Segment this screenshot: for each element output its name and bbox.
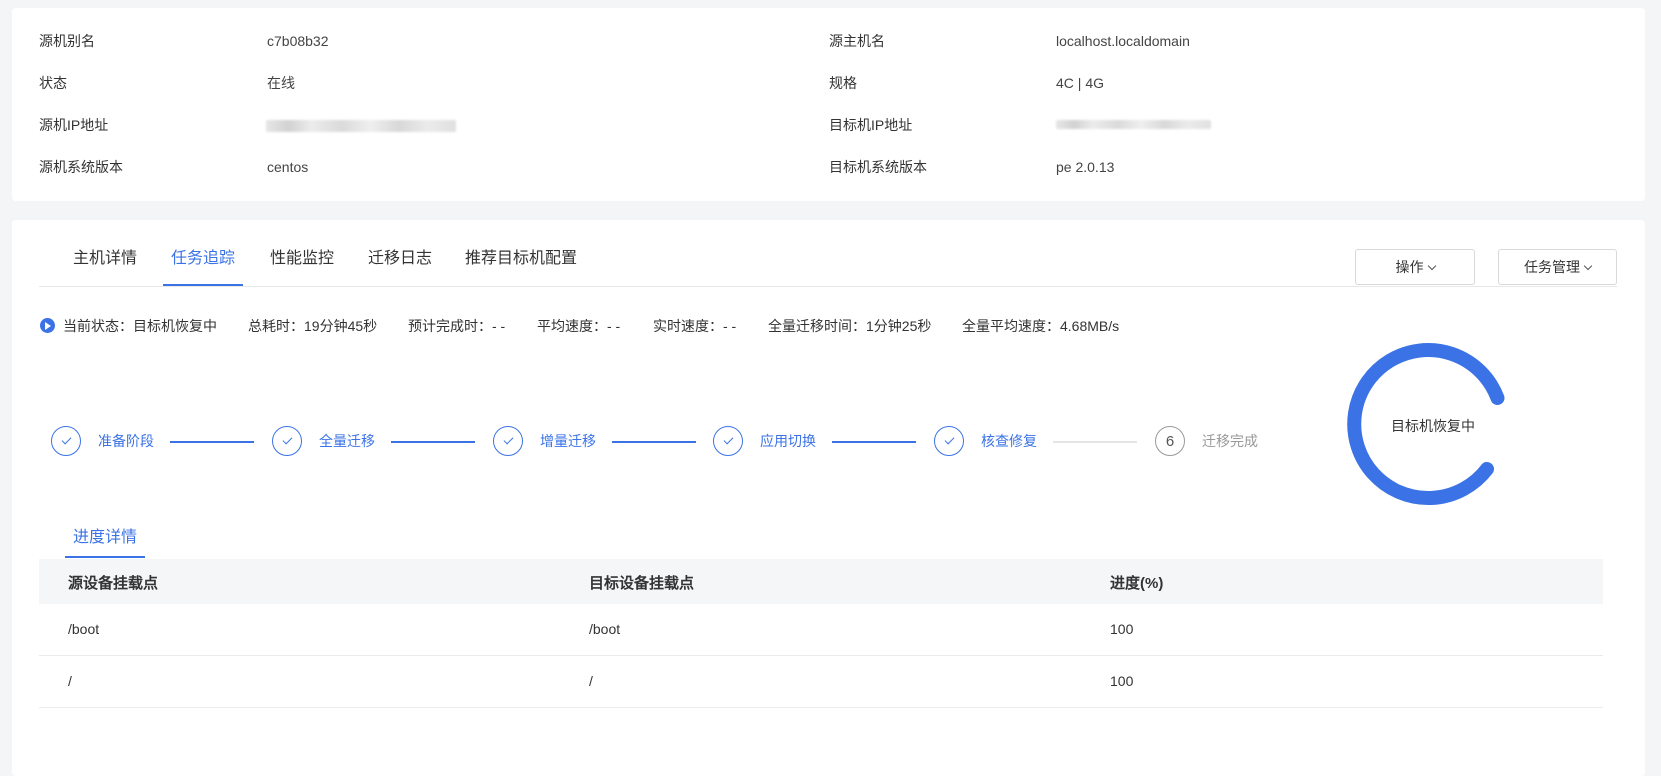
- task-manage-button-label: 任务管理: [1524, 259, 1580, 275]
- source-hostname-label: 源主机名: [829, 33, 885, 49]
- check-icon: [282, 434, 292, 445]
- target-ip-value-redacted: [1056, 120, 1211, 129]
- tab-performance-monitoring[interactable]: 性能监控: [270, 248, 334, 270]
- cell-source-mount: /boot: [68, 621, 100, 637]
- table-header: 源设备挂载点 目标设备挂载点 进度(%): [39, 559, 1603, 604]
- cell-progress: 100: [1110, 621, 1134, 637]
- full-migration-time-text: 全量迁移时间：1分钟25秒: [768, 318, 932, 334]
- chevron-down-icon: [1427, 261, 1436, 270]
- step-6-number: 6: [1165, 432, 1175, 450]
- eta-text: 预计完成时：- -: [408, 318, 506, 334]
- check-icon: [723, 434, 733, 445]
- total-time-text: 总耗时：19分钟45秒: [248, 318, 378, 334]
- step-1-label: 准备阶段: [98, 433, 154, 449]
- column-header-progress: 进度(%): [1110, 575, 1164, 592]
- play-circle-icon: [40, 318, 55, 333]
- chevron-down-icon: [1583, 261, 1593, 270]
- check-icon: [61, 434, 71, 445]
- step-4-done: [713, 426, 743, 456]
- full-avg-speed-text: 全量平均速度：4.68MB/s: [962, 318, 1120, 334]
- step-connector: [391, 441, 475, 443]
- cell-target-mount: /boot: [589, 621, 621, 637]
- source-ip-value-redacted: [266, 120, 456, 132]
- source-os-label: 源机系统版本: [39, 159, 123, 175]
- tab-recommended-target-config[interactable]: 推荐目标机配置: [465, 248, 577, 270]
- status-value: 在线: [267, 75, 295, 91]
- tab-task-tracking[interactable]: 任务追踪: [171, 248, 235, 270]
- status-label: 状态: [39, 75, 67, 91]
- progress-ring-label: 目标机恢复中: [1391, 418, 1475, 434]
- table-row: /boot /boot 100: [39, 604, 1603, 656]
- check-icon: [944, 434, 954, 445]
- active-subtab-indicator: [65, 556, 145, 558]
- step-2-done: [272, 426, 302, 456]
- spec-value: 4C | 4G: [1056, 75, 1104, 91]
- operate-dropdown-button[interactable]: 操作: [1355, 249, 1475, 285]
- tabs-divider: [39, 286, 1617, 287]
- step-4-label: 应用切换: [760, 433, 816, 449]
- table-row: / / 100: [39, 656, 1603, 708]
- target-ip-label: 目标机IP地址: [829, 117, 913, 133]
- source-ip-label: 源机IP地址: [39, 117, 109, 133]
- column-header-source-mount: 源设备挂载点: [68, 575, 159, 592]
- operate-button-label: 操作: [1395, 259, 1424, 275]
- source-alias-value: c7b08b32: [267, 33, 329, 49]
- step-3-done: [493, 426, 523, 456]
- step-connector-pending: [1053, 441, 1137, 443]
- cell-progress: 100: [1110, 673, 1134, 689]
- step-1-done: [51, 426, 81, 456]
- source-hostname-value: localhost.localdomain: [1056, 33, 1190, 49]
- tab-migration-log[interactable]: 迁移日志: [368, 248, 432, 270]
- task-manage-dropdown-button[interactable]: 任务管理: [1498, 249, 1617, 285]
- step-3-label: 增量迁移: [540, 433, 596, 449]
- source-alias-label: 源机别名: [39, 33, 95, 49]
- tab-progress-detail[interactable]: 进度详情: [73, 523, 137, 547]
- cell-target-mount: /: [589, 673, 593, 689]
- target-os-value: pe 2.0.13: [1056, 159, 1115, 175]
- step-6-pending: 6: [1155, 426, 1185, 456]
- realtime-speed-text: 实时速度：- -: [653, 318, 737, 334]
- step-5-label: 核查修复: [981, 433, 1037, 449]
- step-6-label: 迁移完成: [1202, 433, 1258, 449]
- avg-speed-text: 平均速度：- -: [537, 318, 621, 334]
- step-2-label: 全量迁移: [319, 433, 375, 449]
- step-5-done: [934, 426, 964, 456]
- check-icon: [503, 434, 513, 445]
- tab-host-details[interactable]: 主机详情: [73, 248, 137, 270]
- step-connector: [832, 441, 916, 443]
- host-info-card: 源机别名 c7b08b32 源主机名 localhost.localdomain…: [12, 8, 1645, 201]
- task-tracking-card: 主机详情 任务追踪 性能监控 迁移日志 推荐目标机配置 操作 任务管理 当前状态…: [12, 220, 1645, 776]
- progress-table: 源设备挂载点 目标设备挂载点 进度(%) /boot /boot 100 / /…: [39, 559, 1603, 708]
- current-state-text: 当前状态：目标机恢复中: [63, 318, 217, 334]
- column-header-target-mount: 目标设备挂载点: [589, 575, 695, 592]
- cell-source-mount: /: [68, 673, 72, 689]
- step-connector: [170, 441, 254, 443]
- spec-label: 规格: [829, 75, 857, 91]
- target-os-label: 目标机系统版本: [829, 159, 927, 175]
- source-os-value: centos: [267, 159, 309, 175]
- step-connector: [612, 441, 696, 443]
